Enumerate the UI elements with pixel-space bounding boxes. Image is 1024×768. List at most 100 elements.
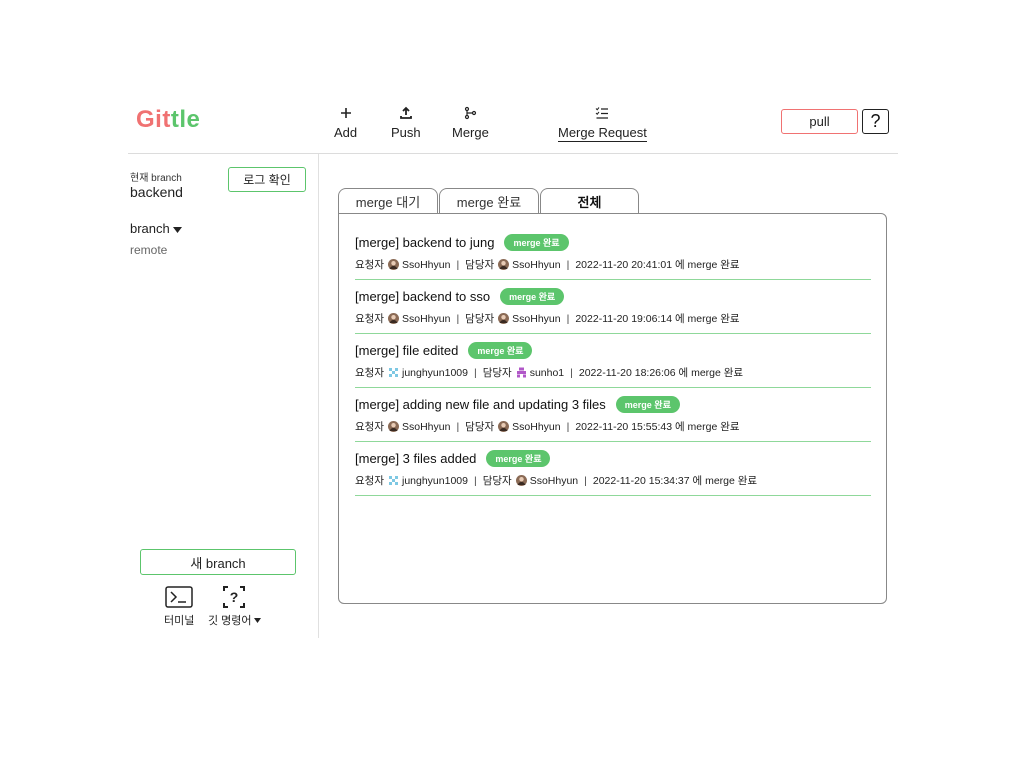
requester-avatar xyxy=(387,421,399,432)
add-button[interactable]: Add xyxy=(334,102,357,140)
caret-down-icon xyxy=(172,221,182,236)
merge-request-title-row: [merge] 3 files added merge 완료 xyxy=(355,450,551,467)
assignee-avatar xyxy=(498,259,510,270)
requester-name: junghyun1009 xyxy=(401,366,468,379)
assignee-label: 담당자 xyxy=(465,259,495,271)
sidebar: 현재 branch backend 로그 확인 branch remote 새 … xyxy=(128,154,319,638)
merge-request-item[interactable]: [merge] backend to sso merge 완료 요청자 SsoHhyu… xyxy=(355,280,871,334)
add-label: Add xyxy=(334,125,358,140)
assignee-label: 담당자 xyxy=(482,367,512,379)
view-log-button[interactable]: 로그 확인 xyxy=(228,167,306,192)
merge-request-title-row: [merge] file edited merge 완료 xyxy=(355,342,533,359)
requester-label: 요청자 xyxy=(355,367,384,379)
status-badge: merge 완료 xyxy=(504,234,569,251)
separator: | xyxy=(473,366,477,379)
merge-request-title[interactable]: [merge] 3 files added xyxy=(355,451,476,466)
merge-request-label: Merge Request xyxy=(558,125,647,142)
assignee-label: 담당자 xyxy=(465,421,495,433)
assignee-avatar xyxy=(515,367,527,378)
merge-request-title-row: [merge] adding new file and updating 3 f… xyxy=(355,396,680,413)
merge-request-item[interactable]: [merge] 3 files added merge 완료요청자 junghyun… xyxy=(355,442,871,496)
current-branch-label: 현재 branch xyxy=(130,173,182,184)
separator: | xyxy=(456,312,460,325)
merge-time: 2022-11-20 20:41:01 에 merge 완료 xyxy=(575,259,740,271)
assignee-name: SsoHhyun xyxy=(512,420,561,433)
merge-time: 2022-11-20 15:34:37 에 merge 완료 xyxy=(592,475,758,487)
assignee-name: SsoHhyun xyxy=(529,474,579,487)
upload-icon xyxy=(399,102,413,124)
merge-request-item[interactable]: [merge] adding new file and updating 3 f… xyxy=(355,388,871,442)
git-command-label: 깃 명령어 xyxy=(208,615,252,627)
merge-request-title-row: [merge] backend to jung merge 완료 xyxy=(355,234,569,251)
status-badge: merge 완료 xyxy=(486,450,551,467)
merge-request-meta: 요청자 junghyun1009 | 담당자 sunho1 | 2022-11-20 18:… xyxy=(355,365,743,380)
merge-time: 2022-11-20 15:55:43 에 merge 완료 xyxy=(575,421,740,433)
assignee-name: sunho1 xyxy=(529,366,565,379)
tab-merge-pending[interactable]: merge 대기 xyxy=(338,188,438,214)
merge-request-item[interactable]: [merge] file edited merge 완료요청자 junghyun10… xyxy=(355,334,871,388)
merge-request-button[interactable]: Merge Request xyxy=(558,102,647,142)
svg-text:?: ? xyxy=(230,589,239,605)
question-frame-icon: ? xyxy=(222,584,246,610)
merge-request-item[interactable]: [merge] backend to jung merge 완료요청자 SsoHhy… xyxy=(355,226,871,280)
assignee-label: 담당자 xyxy=(465,313,495,325)
git-command-button[interactable]: ? 깃 명령어 xyxy=(208,584,261,628)
separator: | xyxy=(566,312,570,325)
caret-down-icon xyxy=(253,617,261,623)
tab-all[interactable]: 전체 xyxy=(540,188,639,214)
status-badge: merge 완료 xyxy=(615,396,680,413)
remote-label[interactable]: remote xyxy=(130,243,167,257)
merge-request-title-row: [merge] backend to sso merge 완료 xyxy=(355,288,565,305)
push-label: Push xyxy=(391,125,421,140)
requester-avatar xyxy=(387,259,399,270)
terminal-button[interactable]: 터미널 xyxy=(164,584,194,628)
merge-time: 2022-11-20 18:26:06 에 merge 완료 xyxy=(578,367,744,379)
branch-dropdown-label: branch xyxy=(130,221,170,236)
pull-button[interactable]: pull xyxy=(781,109,858,134)
current-branch-name: backend xyxy=(130,184,183,200)
gittle-app: Gittle Add Push Merge Merge Request pull… xyxy=(128,98,898,638)
merge-request-title[interactable]: [merge] backend to sso xyxy=(355,289,490,304)
separator: | xyxy=(456,420,460,433)
assignee-name: SsoHhyun xyxy=(512,258,561,271)
assignee-name: SsoHhyun xyxy=(512,312,561,325)
new-branch-button[interactable]: 새 branch xyxy=(140,549,296,575)
top-toolbar: Gittle Add Push Merge Merge Request pull… xyxy=(128,98,898,154)
help-button[interactable]: ? xyxy=(862,109,889,134)
separator: | xyxy=(566,258,570,271)
requester-name: SsoHhyun xyxy=(401,258,451,271)
git-command-dropdown: 깃 명령어 xyxy=(208,612,261,628)
assignee-avatar xyxy=(515,475,527,486)
branch-dropdown[interactable]: branch xyxy=(130,221,182,236)
status-badge: merge 완료 xyxy=(500,288,565,305)
tab-merge-done[interactable]: merge 완료 xyxy=(439,188,539,214)
merge-request-meta: 요청자 SsoHhyun | 담당자 SsoHhyun | 2022-11-20 20:41… xyxy=(355,257,740,272)
assignee-avatar xyxy=(498,421,510,432)
requester-label: 요청자 xyxy=(355,259,384,271)
separator: | xyxy=(584,474,587,487)
merge-request-meta: 요청자 SsoHhyun | 담당자 SsoHhyun | 2022-11-20 19:06… xyxy=(355,311,740,326)
requester-avatar xyxy=(387,313,399,324)
requester-label: 요청자 xyxy=(355,421,384,433)
merge-request-meta: 요청자 junghyun1009 | 담당자 SsoHhyun | 2022-11-20 1… xyxy=(355,473,757,488)
merge-label: Merge xyxy=(452,125,489,140)
requester-label: 요청자 xyxy=(355,475,384,487)
separator: | xyxy=(566,420,570,433)
requester-name: SsoHhyun xyxy=(401,420,451,433)
merge-request-title[interactable]: [merge] adding new file and updating 3 f… xyxy=(355,397,606,412)
merge-request-title[interactable]: [merge] file edited xyxy=(355,343,458,358)
branch-merge-icon xyxy=(463,102,477,124)
requester-name: SsoHhyun xyxy=(401,312,451,325)
merge-button[interactable]: Merge xyxy=(452,102,489,140)
separator: | xyxy=(473,474,477,487)
requester-name: junghyun1009 xyxy=(401,474,468,487)
merge-request-title[interactable]: [merge] backend to jung xyxy=(355,235,494,250)
requester-avatar xyxy=(387,367,399,378)
status-badge: merge 완료 xyxy=(468,342,533,359)
assignee-avatar xyxy=(498,313,510,324)
push-button[interactable]: Push xyxy=(391,102,421,140)
requester-avatar xyxy=(387,475,399,486)
separator: | xyxy=(570,366,573,379)
terminal-icon xyxy=(165,584,193,610)
separator: | xyxy=(456,258,460,271)
